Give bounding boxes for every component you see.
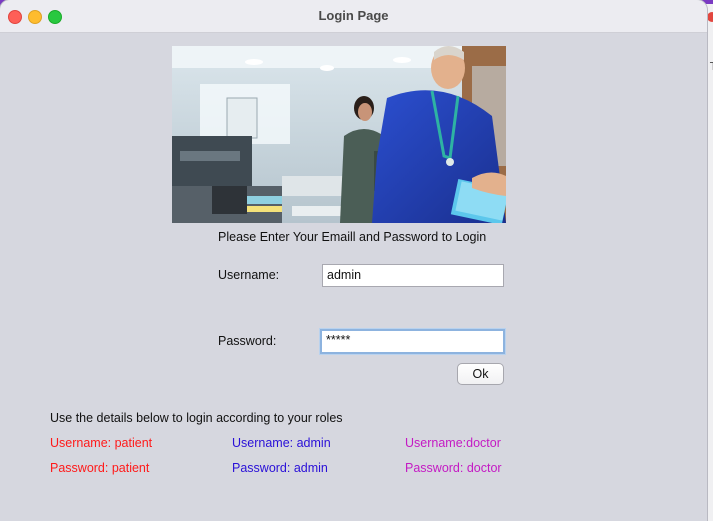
username-label: Username: xyxy=(218,268,280,282)
doctor-password-hint: Password: doctor xyxy=(405,461,502,475)
password-label: Password: xyxy=(218,334,277,348)
background-window-close-icon xyxy=(707,12,713,22)
doctor-username-hint: Username:doctor xyxy=(405,436,501,450)
username-input[interactable]: admin xyxy=(322,264,504,287)
password-input[interactable]: ***** xyxy=(320,329,505,354)
hospital-photo xyxy=(172,46,506,223)
title-bar: Login Page xyxy=(0,0,707,33)
admin-password-hint: Password: admin xyxy=(232,461,328,475)
admin-username-hint: Username: admin xyxy=(232,436,331,450)
login-instructions: Please Enter Your Emaill and Password to… xyxy=(218,230,487,244)
patient-password-hint: Password: patient xyxy=(50,461,150,475)
ok-button[interactable]: Ok xyxy=(457,363,504,385)
login-window: Login Page Please Enter Your Emaill and … xyxy=(0,0,707,521)
credentials-heading: Use the details below to login according… xyxy=(50,411,343,425)
window-title: Login Page xyxy=(318,8,389,23)
patient-username-hint: Username: patient xyxy=(50,436,153,450)
